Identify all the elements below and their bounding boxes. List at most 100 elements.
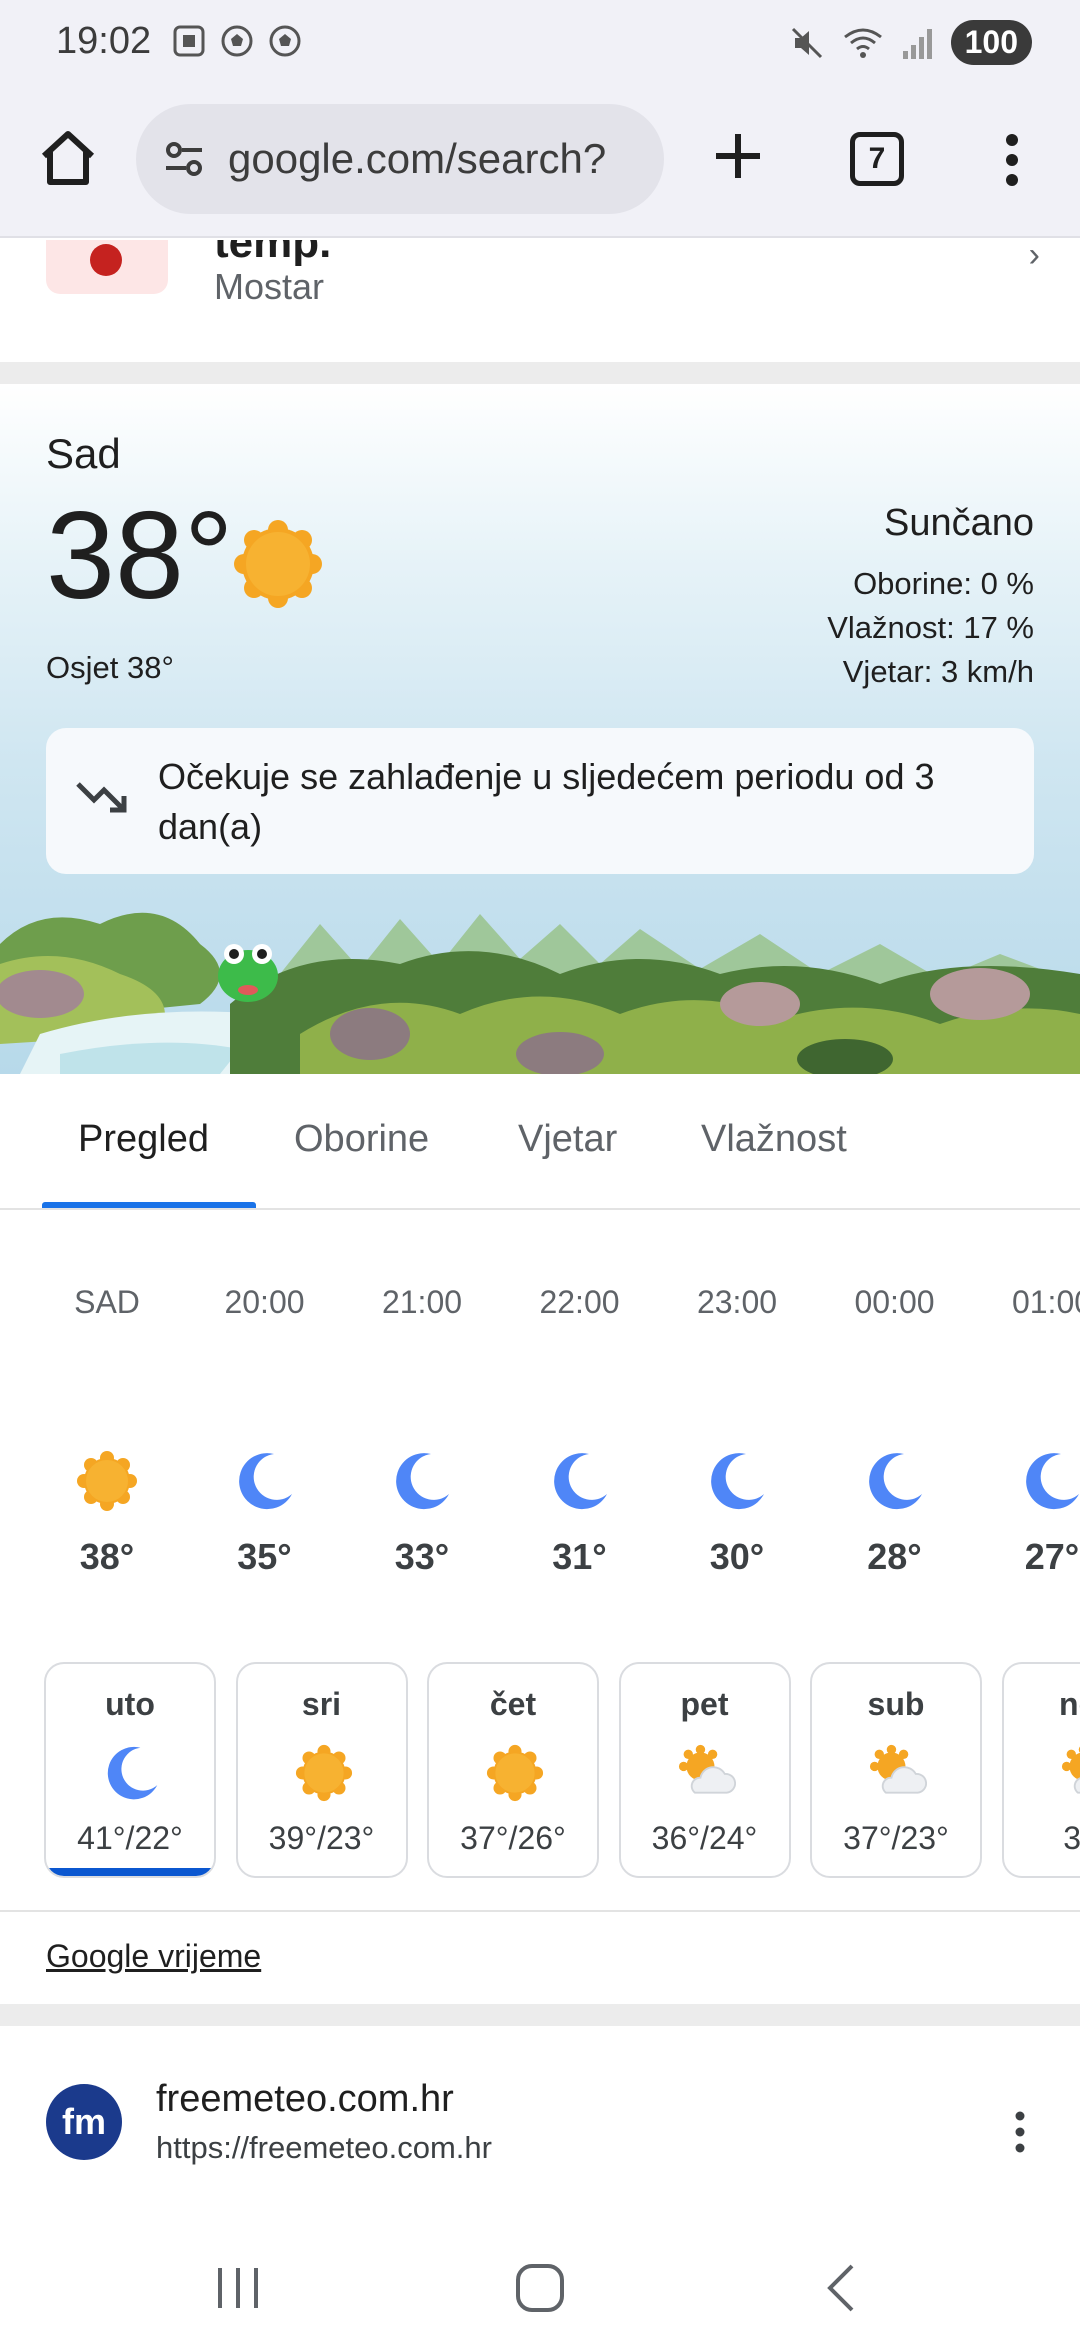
hourly-temperature: 33° — [394, 1536, 450, 1577]
more-options-icon[interactable] — [996, 128, 1028, 192]
status-bar: 19:02 100 — [0, 0, 1080, 88]
site-favicon: fm — [46, 2084, 122, 2160]
recent-apps-icon[interactable] — [208, 2258, 268, 2318]
weather-condition: Sunčano — [883, 502, 1034, 544]
search-result[interactable]: fm freemeteo.com.hr https://freemeteo.co… — [0, 2026, 1080, 2216]
hourly-temperature: 30° — [709, 1536, 765, 1577]
hourly-time: 23:00 — [696, 1284, 778, 1320]
home-nav-icon[interactable] — [510, 2258, 570, 2318]
status-system-icons: 100 — [789, 20, 1032, 65]
soccer-ball-icon — [268, 24, 302, 58]
section-divider — [0, 362, 1080, 384]
previous-search-result[interactable]: temp. Mostar › — [0, 240, 1080, 362]
tab-vjetar[interactable]: Vjetar — [518, 1118, 617, 1161]
moon-icon — [864, 1450, 926, 1512]
tab-vlaznost[interactable]: Vlažnost — [701, 1118, 847, 1161]
hourly-time: 20:00 — [224, 1284, 305, 1320]
sun-icon — [234, 520, 322, 608]
day-card-sri[interactable]: sri 39°/23° — [235, 1662, 408, 1878]
day-name: čet — [489, 1686, 537, 1722]
result-url[interactable]: https://freemeteo.com.hr — [156, 2130, 492, 2166]
day-temperature-range: 37°/26° — [460, 1820, 566, 1856]
hourly-temperature: 35° — [237, 1536, 292, 1577]
signal-icon — [902, 28, 932, 59]
hourly-time: 21:00 — [381, 1284, 463, 1320]
weather-tabs: Pregled Oborine Vjetar Vlažnost — [0, 1074, 1080, 1210]
day-name: ned — [1059, 1686, 1080, 1722]
soccer-ball-icon — [220, 24, 254, 58]
sun-icon — [295, 1744, 353, 1802]
wifi-icon — [843, 28, 882, 58]
day-temperature-range: 39°/23° — [268, 1820, 375, 1856]
status-time: 19:02 — [56, 20, 152, 62]
day-name: sri — [301, 1686, 342, 1722]
current-temperature: 38° — [46, 487, 234, 625]
result-title[interactable]: temp. — [214, 240, 331, 268]
result-more-options-icon[interactable] — [1012, 2110, 1028, 2154]
moon-icon — [103, 1744, 161, 1802]
hourly-temperature: 38° — [79, 1536, 135, 1577]
status-notification-icons — [172, 24, 302, 58]
day-card-pet[interactable]: pet 36°/24° — [618, 1662, 791, 1878]
active-tab-indicator — [42, 1202, 256, 1208]
section-divider — [0, 1910, 1080, 1912]
trending-down-icon — [76, 782, 127, 813]
sun-icon — [486, 1744, 544, 1802]
forecast-alert: Očekuje se zahlađenje u sljedećem period… — [46, 728, 1034, 874]
moon-icon — [1021, 1450, 1080, 1512]
back-icon[interactable] — [812, 2258, 872, 2318]
url-text[interactable]: google.com/search? — [228, 135, 606, 183]
system-navigation-bar — [0, 2216, 1080, 2340]
result-thumbnail — [46, 240, 168, 294]
partly-cloudy-icon — [1061, 1744, 1080, 1802]
day-card-sub[interactable]: sub 37°/23° — [810, 1662, 982, 1878]
result-subtitle: Mostar — [214, 266, 325, 307]
selected-day-indicator — [46, 1868, 214, 1876]
screenshot-icon — [172, 24, 206, 58]
browser-toolbar: google.com/search? 7 — [0, 88, 1080, 238]
sun-icon — [76, 1450, 138, 1512]
home-icon[interactable] — [36, 126, 100, 190]
day-name: uto — [105, 1686, 155, 1722]
section-divider — [0, 2004, 1080, 2026]
hourly-time: SAD — [74, 1284, 140, 1320]
day-card-ned[interactable]: ned 39° — [1001, 1662, 1080, 1878]
address-bar[interactable]: google.com/search? — [136, 104, 664, 214]
day-temperature-range: 39° — [1063, 1820, 1080, 1856]
day-temperature-range: 37°/23° — [843, 1820, 949, 1856]
mute-icon — [791, 27, 822, 58]
day-temperature-range: 36°/24° — [651, 1820, 758, 1856]
tab-switcher-button[interactable]: 7 — [850, 132, 904, 186]
weather-card: Sad 38° Osjet 38° Sunčano Oborine: 0 % V… — [0, 384, 1080, 1074]
day-card-uto[interactable]: uto 41°/22° — [44, 1662, 216, 1878]
daily-forecast[interactable]: uto 41°/22° sri 39°/23° čet 37°/26° pet 36°/24°… — [0, 1660, 1080, 1880]
hourly-time: 22:00 — [539, 1284, 620, 1320]
tab-pregled[interactable]: Pregled — [78, 1118, 209, 1161]
day-card-čet[interactable]: čet 37°/26° — [427, 1662, 599, 1878]
day-temperature-range: 41°/22° — [77, 1820, 183, 1856]
wind-value: Vjetar: 3 km/h — [842, 654, 1034, 689]
new-tab-icon[interactable] — [706, 124, 770, 188]
hourly-forecast[interactable]: SAD 38° 20:00 35° 21:00 33° 22:00 31° 23:00 30° 00… — [0, 1236, 1080, 1596]
feels-like: Osjet 38° — [46, 650, 174, 685]
precipitation-value: Oborine: 0 % — [853, 566, 1034, 601]
day-name: pet — [680, 1686, 729, 1722]
chevron-right-icon: › — [1028, 240, 1040, 274]
alert-text: Očekuje se zahlađenje u sljedećem period… — [158, 756, 935, 847]
hourly-time: 01:00 — [1011, 1284, 1080, 1320]
humidity-value: Vlažnost: 17 % — [827, 610, 1034, 645]
day-name: sub — [867, 1686, 925, 1722]
site-settings-icon[interactable] — [160, 135, 208, 183]
current-label: Sad — [46, 430, 121, 477]
result-site-name[interactable]: freemeteo.com.hr — [156, 2078, 454, 2121]
google-weather-link[interactable]: Google vrijeme — [46, 1938, 261, 1975]
moon-icon — [706, 1450, 768, 1512]
moon-icon — [234, 1450, 296, 1512]
moon-icon — [391, 1450, 453, 1512]
hourly-temperature: 31° — [552, 1536, 607, 1577]
partly-cloudy-icon — [869, 1744, 927, 1802]
hourly-time: 00:00 — [854, 1284, 935, 1320]
moon-icon — [549, 1450, 611, 1512]
tab-oborine[interactable]: Oborine — [294, 1118, 429, 1161]
hourly-temperature: 28° — [867, 1536, 922, 1577]
